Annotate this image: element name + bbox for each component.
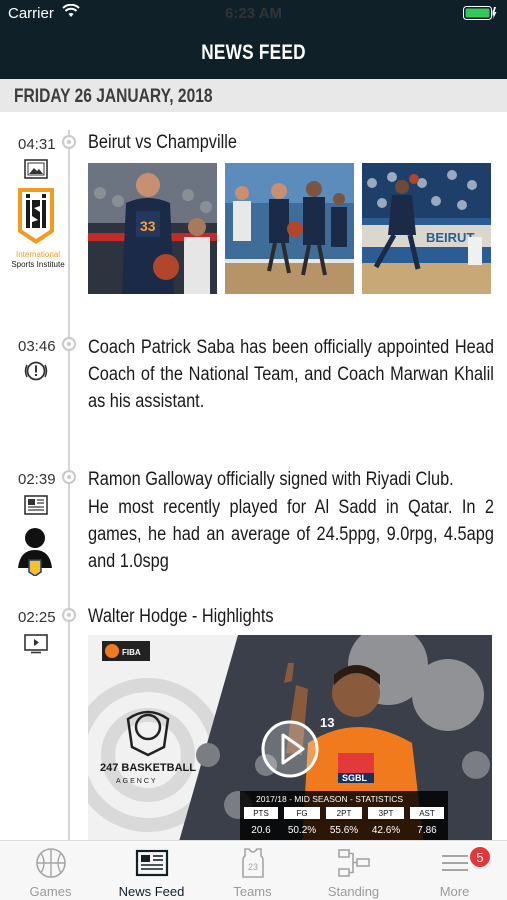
date-section-header: FRIDAY 26 JANUARY, 2018 — [0, 79, 507, 112]
feed-item-time: 04:31 — [18, 136, 56, 153]
alert-icon — [24, 361, 48, 381]
basketball-icon — [36, 848, 66, 878]
feed-item-title: Ramon Galloway officially signed with Ri… — [88, 469, 454, 490]
news-feed-list[interactable]: 04:31 International Sports Institute Bei… — [0, 112, 507, 840]
stat-header: 3PT — [379, 809, 394, 818]
league-badge: FIBA — [122, 648, 141, 657]
feed-item-time: 02:25 — [18, 609, 56, 626]
tab-teams[interactable]: 23 Teams — [202, 841, 303, 900]
timeline-dot — [62, 135, 76, 149]
tab-more[interactable]: 5 More — [404, 841, 505, 900]
sponsor-name-line1: International — [15, 250, 61, 259]
timeline-dot — [62, 337, 76, 351]
jersey-sponsor: SGBL — [342, 773, 368, 783]
sponsor-name-line2: Sports Institute — [11, 260, 65, 269]
stat-value: 7.86 — [417, 825, 437, 836]
page-title: NEWS FEED — [201, 41, 306, 64]
tab-news-feed[interactable]: News Feed — [101, 841, 202, 900]
timeline-line — [68, 130, 70, 840]
clock: 6:23 AM — [225, 5, 282, 22]
tab-standing[interactable]: Standing — [303, 841, 404, 900]
tab-label: News Feed — [118, 884, 185, 899]
video-thumbnail[interactable]: SGBL 13 FIBA 247 BASKETBALL AGENCY 2017/… — [88, 635, 492, 840]
stat-value: 20.6 — [251, 825, 271, 836]
menu-icon — [442, 855, 468, 871]
agency-sub: AGENCY — [116, 778, 158, 785]
feed-item-body: He most recently played for Al Sadd in Q… — [88, 497, 494, 572]
tab-bar: Games News Feed 23 Teams Standing 5 More — [0, 840, 507, 900]
feed-item-time: 03:46 — [18, 338, 56, 355]
jersey-icon: 23 — [242, 848, 264, 878]
gallery-photo[interactable]: 33 — [88, 163, 217, 294]
battery-icon — [463, 6, 497, 20]
tab-label: More — [439, 884, 470, 899]
timeline-dot — [62, 470, 76, 484]
feed-item-title: Walter Hodge - Highlights — [88, 606, 274, 627]
gallery-photo[interactable] — [225, 163, 354, 294]
image-icon — [24, 159, 48, 179]
navigation-bar: NEWS FEED — [0, 28, 507, 79]
jersey-number: 13 — [320, 715, 334, 730]
tab-label: Teams — [233, 884, 272, 899]
notification-badge: 5 — [469, 846, 491, 868]
tab-label: Standing — [327, 884, 380, 899]
timeline-dot — [62, 608, 76, 622]
stat-header: PTS — [253, 809, 269, 818]
video-icon — [24, 634, 48, 654]
article-icon — [24, 495, 48, 515]
status-bar: Carrier 6:23 AM — [0, 0, 507, 28]
agency-name: 247 BASKETBALL — [100, 762, 196, 774]
jersey-number: 23 — [248, 862, 258, 872]
feed-item-body: Coach Patrick Saba has been officially a… — [88, 337, 494, 412]
tab-games[interactable]: Games — [0, 841, 101, 900]
stat-value: 50.2% — [288, 825, 316, 836]
date-label: FRIDAY 26 JANUARY, 2018 — [14, 86, 213, 107]
stat-header: 2PT — [337, 809, 352, 818]
gallery-photo[interactable]: BEIRUT — [362, 163, 491, 294]
feed-item-title: Beirut vs Champville — [88, 132, 237, 153]
stats-title: 2017/18 - MID SEASON - STATISTICS — [256, 794, 403, 804]
stat-header: FG — [296, 809, 307, 818]
stat-header: AST — [419, 809, 435, 818]
feed-item-time: 02:39 — [18, 471, 56, 488]
bracket-icon — [338, 849, 370, 877]
svg-text:BEIRUT: BEIRUT — [426, 230, 474, 245]
play-button[interactable] — [260, 719, 320, 779]
stat-value: 55.6% — [330, 825, 358, 836]
tab-label: Games — [29, 884, 72, 899]
stat-value: 42.6% — [372, 825, 400, 836]
svg-text:33: 33 — [140, 218, 156, 234]
player-avatar — [18, 528, 52, 576]
newspaper-icon — [135, 849, 169, 877]
